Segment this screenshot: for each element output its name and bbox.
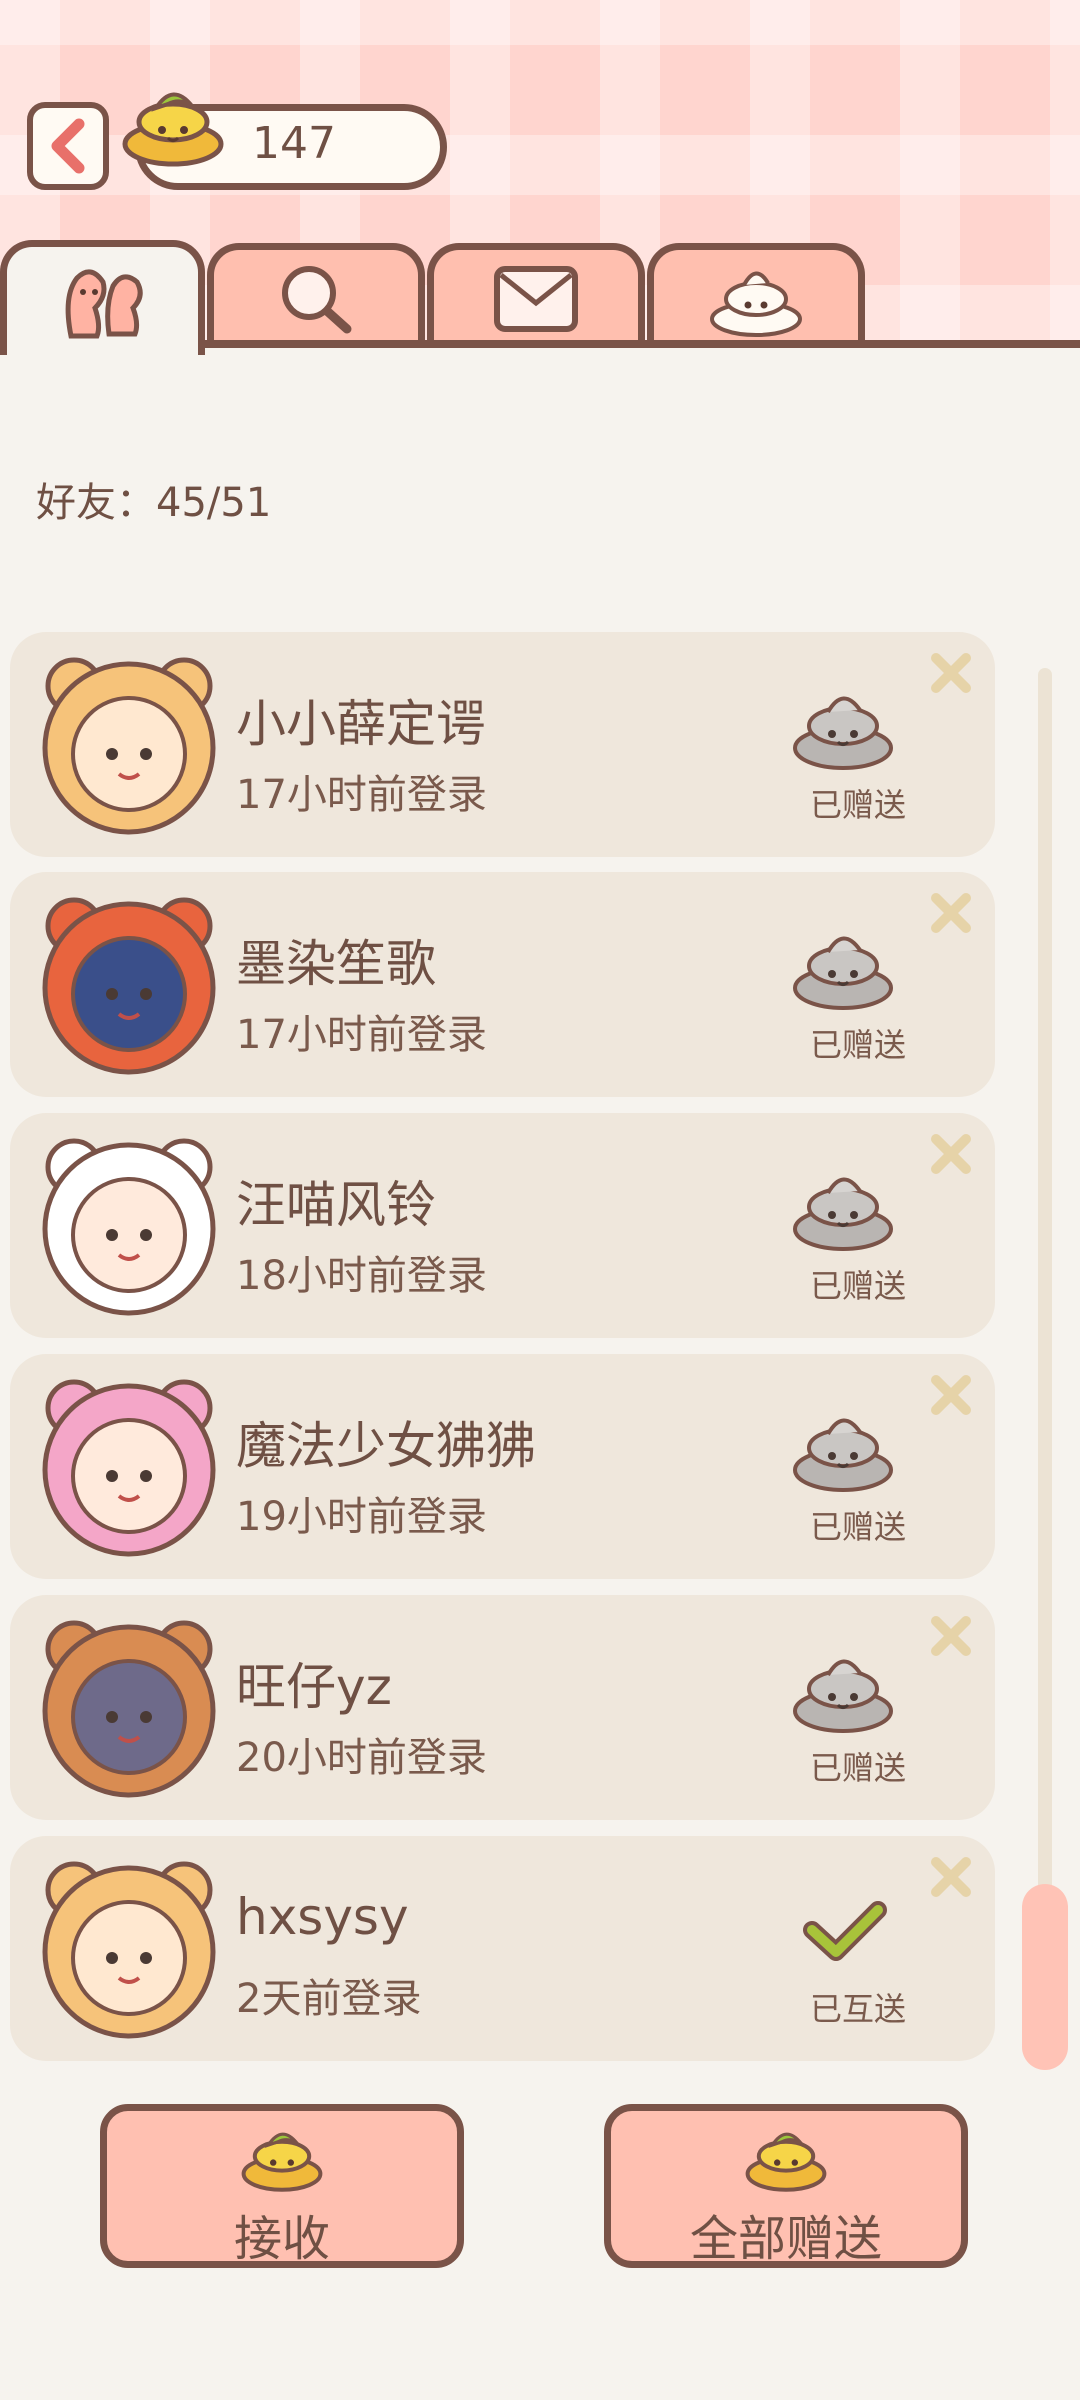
friend-name: 汪喵风铃 xyxy=(236,1176,436,1234)
gift-status: 已赠送 xyxy=(810,1508,907,1546)
friend-name: 魔法少女狒狒 xyxy=(236,1417,536,1475)
friends-icon xyxy=(65,269,143,339)
red-panda-avatar[interactable] xyxy=(34,890,224,1080)
mail-icon xyxy=(494,266,578,332)
close-icon[interactable] xyxy=(928,1372,974,1418)
poop-currency-icon xyxy=(241,2132,323,2192)
poop-gift-icon[interactable] xyxy=(788,1645,898,1735)
tab-search[interactable] xyxy=(207,243,425,348)
scrollbar-thumb[interactable] xyxy=(1022,1884,1068,2070)
friend-card[interactable]: 魔法少女狒狒 19小时前登录 已赠送 xyxy=(10,1354,995,1579)
raccoon-avatar[interactable] xyxy=(34,1613,224,1803)
close-icon[interactable] xyxy=(928,1131,974,1177)
back-button[interactable] xyxy=(27,102,109,190)
check-icon xyxy=(803,1901,887,1961)
scrollbar-track[interactable] xyxy=(1038,668,1052,2068)
send-all-button[interactable]: 全部赠送 xyxy=(604,2104,968,2268)
gift-status: 已赠送 xyxy=(810,786,907,824)
friend-last-login: 17小时前登录 xyxy=(236,772,487,818)
poop-icon xyxy=(710,271,802,337)
friend-card[interactable]: 墨染笙歌 17小时前登录 已赠送 xyxy=(10,872,995,1097)
friend-last-login: 18小时前登录 xyxy=(236,1253,487,1299)
chevron-left-icon xyxy=(51,118,85,174)
friend-name: 墨染笙歌 xyxy=(236,935,436,993)
search-icon xyxy=(282,266,352,334)
close-icon[interactable] xyxy=(928,1613,974,1659)
cat-avatar[interactable] xyxy=(34,1131,224,1321)
poop-gift-icon[interactable] xyxy=(788,682,898,772)
friend-card[interactable]: 汪喵风铃 18小时前登录 已赠送 xyxy=(10,1113,995,1338)
gift-status: 已赠送 xyxy=(810,1749,907,1787)
tab-mail[interactable] xyxy=(427,243,645,348)
gift-status: 已互送 xyxy=(810,1990,907,2028)
friend-card[interactable]: 小小薛定谔 17小时前登录 已赠送 xyxy=(10,632,995,857)
tab-poop[interactable] xyxy=(647,243,865,348)
friends-count: 好友：45/51 xyxy=(36,480,272,526)
poop-currency-icon xyxy=(122,92,224,167)
friend-last-login: 19小时前登录 xyxy=(236,1494,487,1540)
gift-status: 已赠送 xyxy=(810,1026,907,1064)
close-icon[interactable] xyxy=(928,890,974,936)
friend-last-login: 2天前登录 xyxy=(236,1976,422,2022)
receive-label: 接收 xyxy=(233,2211,330,2267)
friend-name: hxsysy xyxy=(236,1888,409,1946)
poop-gift-icon[interactable] xyxy=(788,1404,898,1494)
friend-card[interactable]: hxsysy 2天前登录 已互送 xyxy=(10,1836,995,2061)
close-icon[interactable] xyxy=(928,650,974,696)
currency-amount: 147 xyxy=(252,118,336,169)
receive-button[interactable]: 接收 xyxy=(100,2104,464,2268)
tab-friends[interactable] xyxy=(0,240,205,355)
bear-avatar[interactable] xyxy=(34,1854,224,2044)
tab-divider xyxy=(205,340,1080,348)
friend-name: 旺仔yz xyxy=(236,1658,392,1716)
friend-last-login: 20小时前登录 xyxy=(236,1735,487,1781)
poop-gift-icon[interactable] xyxy=(788,1163,898,1253)
friend-name: 小小薛定谔 xyxy=(236,695,486,753)
gift-status: 已赠送 xyxy=(810,1267,907,1305)
close-icon[interactable] xyxy=(928,1854,974,1900)
poop-currency-icon xyxy=(745,2132,827,2192)
send-all-label: 全部赠送 xyxy=(689,2211,882,2267)
peach-avatar[interactable] xyxy=(34,1372,224,1562)
friend-card[interactable]: 旺仔yz 20小时前登录 已赠送 xyxy=(10,1595,995,1820)
friend-last-login: 17小时前登录 xyxy=(236,1012,487,1058)
poop-gift-icon[interactable] xyxy=(788,922,898,1012)
bear-avatar[interactable] xyxy=(34,650,224,840)
